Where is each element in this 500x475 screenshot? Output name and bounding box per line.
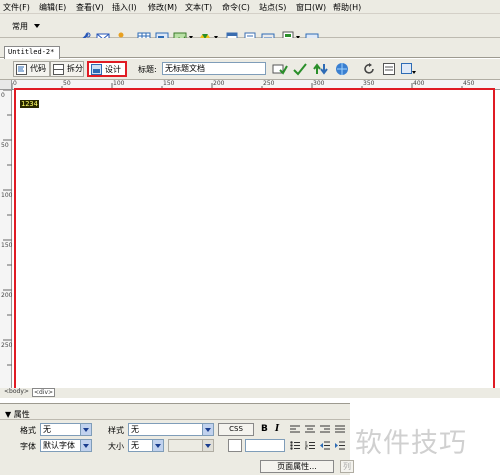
menu-commands[interactable]: 命令(C) <box>222 2 250 13</box>
align-right-icon[interactable] <box>320 425 330 434</box>
indent-icon[interactable] <box>335 441 345 450</box>
ruler-tick-label: 50 <box>1 142 9 149</box>
ruler-tick-label: 250 <box>1 342 13 349</box>
style-value: 无 <box>131 425 139 434</box>
menu-modify[interactable]: 修改(M) <box>148 2 177 13</box>
ruler-tick-label: 400 <box>413 80 425 87</box>
file-management-icon[interactable] <box>313 62 329 76</box>
code-view-label: 代码 <box>30 64 46 73</box>
list-item-button[interactable]: 列 <box>340 460 354 473</box>
menu-insert[interactable]: 插入(I) <box>112 2 137 13</box>
design-view-button[interactable]: 设计 <box>87 61 127 77</box>
ruler-corner <box>0 80 12 90</box>
size-unit-select[interactable] <box>168 439 214 452</box>
size-label: 大小 <box>108 442 124 451</box>
text-color-input[interactable] <box>245 439 285 452</box>
ruler-tick-label: 300 <box>313 80 325 87</box>
font-label: 字体 <box>20 442 36 451</box>
page-properties-button[interactable]: 页面属性... <box>260 460 334 473</box>
tag-selector-bar: <body> <div> <box>0 388 500 398</box>
design-view-label: 设计 <box>105 65 121 74</box>
view-options-icon[interactable] <box>382 62 396 76</box>
css-button[interactable]: CSS <box>218 423 254 436</box>
properties-panel: ▼ 属性 格式 无 样式 无 CSS B I 字体 默认字体 大小 无 页面属性… <box>0 403 354 475</box>
vertical-ruler: 0 50 100 150 200 250 <box>0 90 12 388</box>
menu-edit[interactable]: 编辑(E) <box>39 2 66 13</box>
page-title-label: 标题: <box>138 65 157 74</box>
chevron-down-icon <box>80 440 91 451</box>
tag-div[interactable]: <div> <box>32 388 56 397</box>
validate-icon[interactable] <box>292 62 308 76</box>
check-browser-icon[interactable] <box>272 62 288 76</box>
visual-aids-icon[interactable] <box>400 62 418 76</box>
align-center-icon[interactable] <box>305 425 315 434</box>
code-view-icon <box>16 64 27 75</box>
chevron-down-icon <box>202 424 213 435</box>
menu-bar: 文件(F) 编辑(E) 查看(V) 插入(I) 修改(M) 文本(T) 命令(C… <box>0 0 500 14</box>
insert-category-label[interactable]: 常用 <box>12 21 28 32</box>
divider <box>0 419 350 420</box>
ruler-tick-label: 200 <box>1 292 13 299</box>
format-value: 无 <box>43 425 51 434</box>
ruler-tick-label: 450 <box>463 80 475 87</box>
align-left-icon[interactable] <box>290 425 300 434</box>
ruler-tick-label: 100 <box>1 192 13 199</box>
split-view-label: 拆分 <box>67 64 83 73</box>
document-tab-strip <box>0 38 500 58</box>
font-select[interactable]: 默认字体 <box>40 439 92 452</box>
font-value: 默认字体 <box>43 441 75 450</box>
size-select[interactable]: 无 <box>128 439 164 452</box>
outdent-icon[interactable] <box>320 441 330 450</box>
ruler-tick-label: 100 <box>113 80 125 87</box>
highlight-frame <box>14 88 495 397</box>
tag-body[interactable]: <body> <box>4 388 29 395</box>
document-tab[interactable]: Untitled-2* <box>4 46 60 59</box>
ruler-tick-label: 150 <box>1 242 13 249</box>
ruler-tick-label: 150 <box>163 80 175 87</box>
justify-icon[interactable] <box>335 425 345 434</box>
refresh-icon[interactable] <box>362 62 376 76</box>
size-value: 无 <box>131 441 139 450</box>
chevron-down-icon <box>202 440 213 451</box>
chevron-down-icon[interactable] <box>34 24 40 28</box>
code-view-button[interactable]: 代码 <box>13 61 50 77</box>
style-select[interactable]: 无 <box>128 423 214 436</box>
menu-site[interactable]: 站点(S) <box>259 2 286 13</box>
ruler-tick-label: 250 <box>263 80 275 87</box>
ordered-list-icon[interactable] <box>305 441 315 450</box>
italic-button[interactable]: I <box>275 424 279 434</box>
chevron-down-icon <box>80 424 91 435</box>
bold-button[interactable]: B <box>261 424 268 434</box>
style-label: 样式 <box>108 426 124 435</box>
menu-view[interactable]: 查看(V) <box>76 2 104 13</box>
format-label: 格式 <box>20 426 36 435</box>
menu-text[interactable]: 文本(T) <box>185 2 212 13</box>
ruler-tick-label: 50 <box>63 80 71 87</box>
split-view-button[interactable]: 拆分 <box>50 61 84 77</box>
format-select[interactable]: 无 <box>40 423 92 436</box>
ruler-tick-label: 200 <box>213 80 225 87</box>
ruler-tick-label: 0 <box>13 80 17 87</box>
ruler-tick-label: 350 <box>363 80 375 87</box>
split-view-icon <box>53 64 64 75</box>
menu-file[interactable]: 文件(F) <box>3 2 30 13</box>
chevron-down-icon <box>152 440 163 451</box>
insert-toolbar: 常用 1 <box>0 14 500 45</box>
menu-window[interactable]: 窗口(W) <box>296 2 326 13</box>
page-title-input[interactable]: 无标题文档 <box>162 62 266 75</box>
unordered-list-icon[interactable] <box>290 441 300 450</box>
watermark: 软件技巧 <box>355 428 467 459</box>
text-color-swatch[interactable] <box>228 439 242 452</box>
menu-help[interactable]: 帮助(H) <box>333 2 361 13</box>
ruler-tick-label: 0 <box>1 92 5 99</box>
design-view-icon <box>91 64 102 75</box>
preview-browser-icon[interactable] <box>334 62 350 76</box>
